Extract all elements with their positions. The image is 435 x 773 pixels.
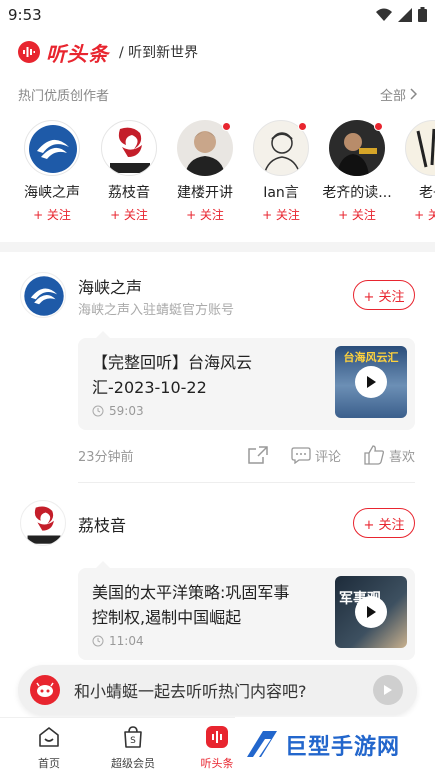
clock-icon — [92, 635, 104, 647]
home-icon — [39, 727, 59, 747]
card-title: 【完整回听】台海风云汇-2023-10-22 — [92, 353, 253, 397]
share-icon — [248, 446, 268, 464]
creator-item[interactable]: 老子 + 关注 — [395, 120, 435, 223]
status-time: 9:53 — [8, 6, 42, 24]
duration-text: 59:03 — [109, 404, 144, 418]
clock-icon — [92, 405, 104, 417]
wifi-icon — [376, 8, 392, 21]
svg-text:S: S — [130, 736, 136, 746]
signal-icon — [398, 7, 412, 22]
creator-item[interactable]: 老齐的读... + 关注 — [319, 120, 395, 223]
watermark-logo — [247, 731, 277, 757]
thumbnail-caption: 台海风云汇 — [343, 351, 399, 364]
notification-dot — [222, 122, 231, 131]
follow-button[interactable]: + 关注 — [319, 206, 395, 223]
view-all-button[interactable]: 全部 — [380, 85, 417, 104]
avatar — [253, 120, 309, 176]
view-all-label: 全部 — [379, 88, 406, 104]
brand-slogan: / 听到新世界 — [119, 45, 199, 61]
nav-vip[interactable]: S 超级会员 — [98, 724, 168, 771]
follow-button[interactable]: + 关注 — [353, 280, 415, 310]
comment-icon — [291, 447, 311, 464]
notification-dot — [374, 122, 383, 131]
nav-label: 首页 — [38, 757, 60, 770]
share-button[interactable] — [247, 445, 269, 465]
battery-icon — [418, 7, 427, 22]
thumbs-up-icon — [364, 445, 384, 465]
creator-name: Ian言 — [263, 185, 299, 201]
watermark-text: 巨型手游网 — [285, 735, 401, 760]
brand-name: 听头条 — [46, 41, 109, 66]
status-icons — [376, 7, 427, 22]
brand-header: 听头条 / 听到新世界 — [18, 38, 198, 66]
avatar[interactable] — [20, 500, 66, 546]
section-title: 热门优质创作者 — [18, 88, 110, 104]
avatar — [329, 120, 385, 176]
creator-name: 荔枝音 — [108, 185, 150, 201]
mini-player-play-button[interactable] — [373, 675, 403, 705]
mini-player-banner[interactable]: 和小蜻蜓一起去听听热门内容吧? — [18, 665, 417, 715]
notification-dot — [298, 122, 307, 131]
comment-button[interactable]: 评论 — [291, 446, 341, 465]
play-icon — [367, 606, 376, 618]
avatar — [101, 120, 157, 176]
comment-label: 评论 — [314, 449, 341, 465]
creator-item[interactable]: 海峡之声 + 关注 — [14, 120, 90, 223]
headlines-icon — [206, 726, 228, 748]
status-bar: 9:53 — [0, 0, 435, 30]
audio-card[interactable]: 【完整回听】台海风云汇-2023-10-22 59:03 台海风云汇 — [78, 331, 415, 430]
card-duration: 59:03 — [92, 404, 144, 418]
card-thumbnail: 台海风云汇 — [335, 346, 407, 418]
avatar[interactable] — [20, 272, 66, 318]
brand-logo-icon — [18, 41, 40, 63]
card-title: 美国的太平洋策略:巩固军事控制权,遏制中国崛起 — [92, 583, 290, 627]
feed-item: 海峡之声 海峡之声入驻蜻蜓官方账号 + 关注 【完整回听】台海风云汇-2023-… — [0, 262, 435, 483]
play-icon — [367, 376, 376, 388]
play-button[interactable] — [355, 596, 387, 628]
section-divider — [0, 242, 435, 252]
follow-button[interactable]: + 关注 — [91, 206, 167, 223]
creator-name: 老齐的读... — [322, 185, 392, 201]
like-button[interactable]: 喜欢 — [363, 445, 415, 465]
creator-item[interactable]: 荔枝音 + 关注 — [91, 120, 167, 223]
feed-item: 荔枝音 + 关注 美国的太平洋策略:巩固军事控制权,遏制中国崛起 11:04 军… — [0, 492, 435, 662]
dragonfly-mascot-icon — [30, 675, 60, 705]
creator-item[interactable]: 建楼开讲 + 关注 — [167, 120, 243, 223]
mini-player-text: 和小蜻蜓一起去听听热门内容吧? — [74, 682, 307, 701]
duration-text: 11:04 — [109, 634, 144, 648]
avatar — [405, 120, 435, 176]
item-divider — [78, 482, 415, 483]
post-subtitle: 海峡之声入驻蜻蜓官方账号 — [78, 303, 235, 318]
post-author[interactable]: 海峡之声 — [78, 274, 142, 298]
post-time: 23分钟前 — [78, 449, 134, 465]
creators-carousel[interactable]: 海峡之声 + 关注 荔枝音 + 关注 建楼开讲 + 关注 Ian言 + 关注 老… — [0, 120, 435, 230]
play-button[interactable] — [355, 366, 387, 398]
creator-name: 老子 — [419, 185, 435, 201]
follow-button[interactable]: + 关注 — [243, 206, 319, 223]
nav-home[interactable]: 首页 — [14, 724, 84, 771]
follow-button[interactable]: + 关注 — [353, 508, 415, 538]
post-meta-row: 23分钟前 评论 喜欢 — [78, 443, 415, 467]
audio-card[interactable]: 美国的太平洋策略:巩固军事控制权,遏制中国崛起 11:04 军事观 — [78, 561, 415, 660]
follow-button[interactable]: + 关注 — [14, 206, 90, 223]
creator-name: 海峡之声 — [24, 185, 80, 201]
avatar — [177, 120, 233, 176]
creator-name: 建楼开讲 — [177, 185, 233, 201]
post-author[interactable]: 荔枝音 — [78, 512, 126, 536]
like-label: 喜欢 — [388, 449, 415, 465]
vip-bag-icon: S — [124, 726, 142, 748]
avatar — [24, 120, 80, 176]
card-notch — [96, 561, 110, 568]
card-notch — [96, 331, 110, 338]
creators-section-header: 热门优质创作者 全部 — [18, 84, 417, 104]
chevron-right-icon — [410, 88, 417, 100]
watermark: 巨型手游网 — [235, 717, 435, 773]
creator-item[interactable]: Ian言 + 关注 — [243, 120, 319, 223]
card-thumbnail: 军事观 — [335, 576, 407, 648]
nav-label: 超级会员 — [111, 757, 155, 770]
follow-button[interactable]: + 关注 — [167, 206, 243, 223]
card-duration: 11:04 — [92, 634, 144, 648]
play-icon — [384, 685, 392, 695]
follow-button[interactable]: + 关注 — [395, 206, 435, 223]
